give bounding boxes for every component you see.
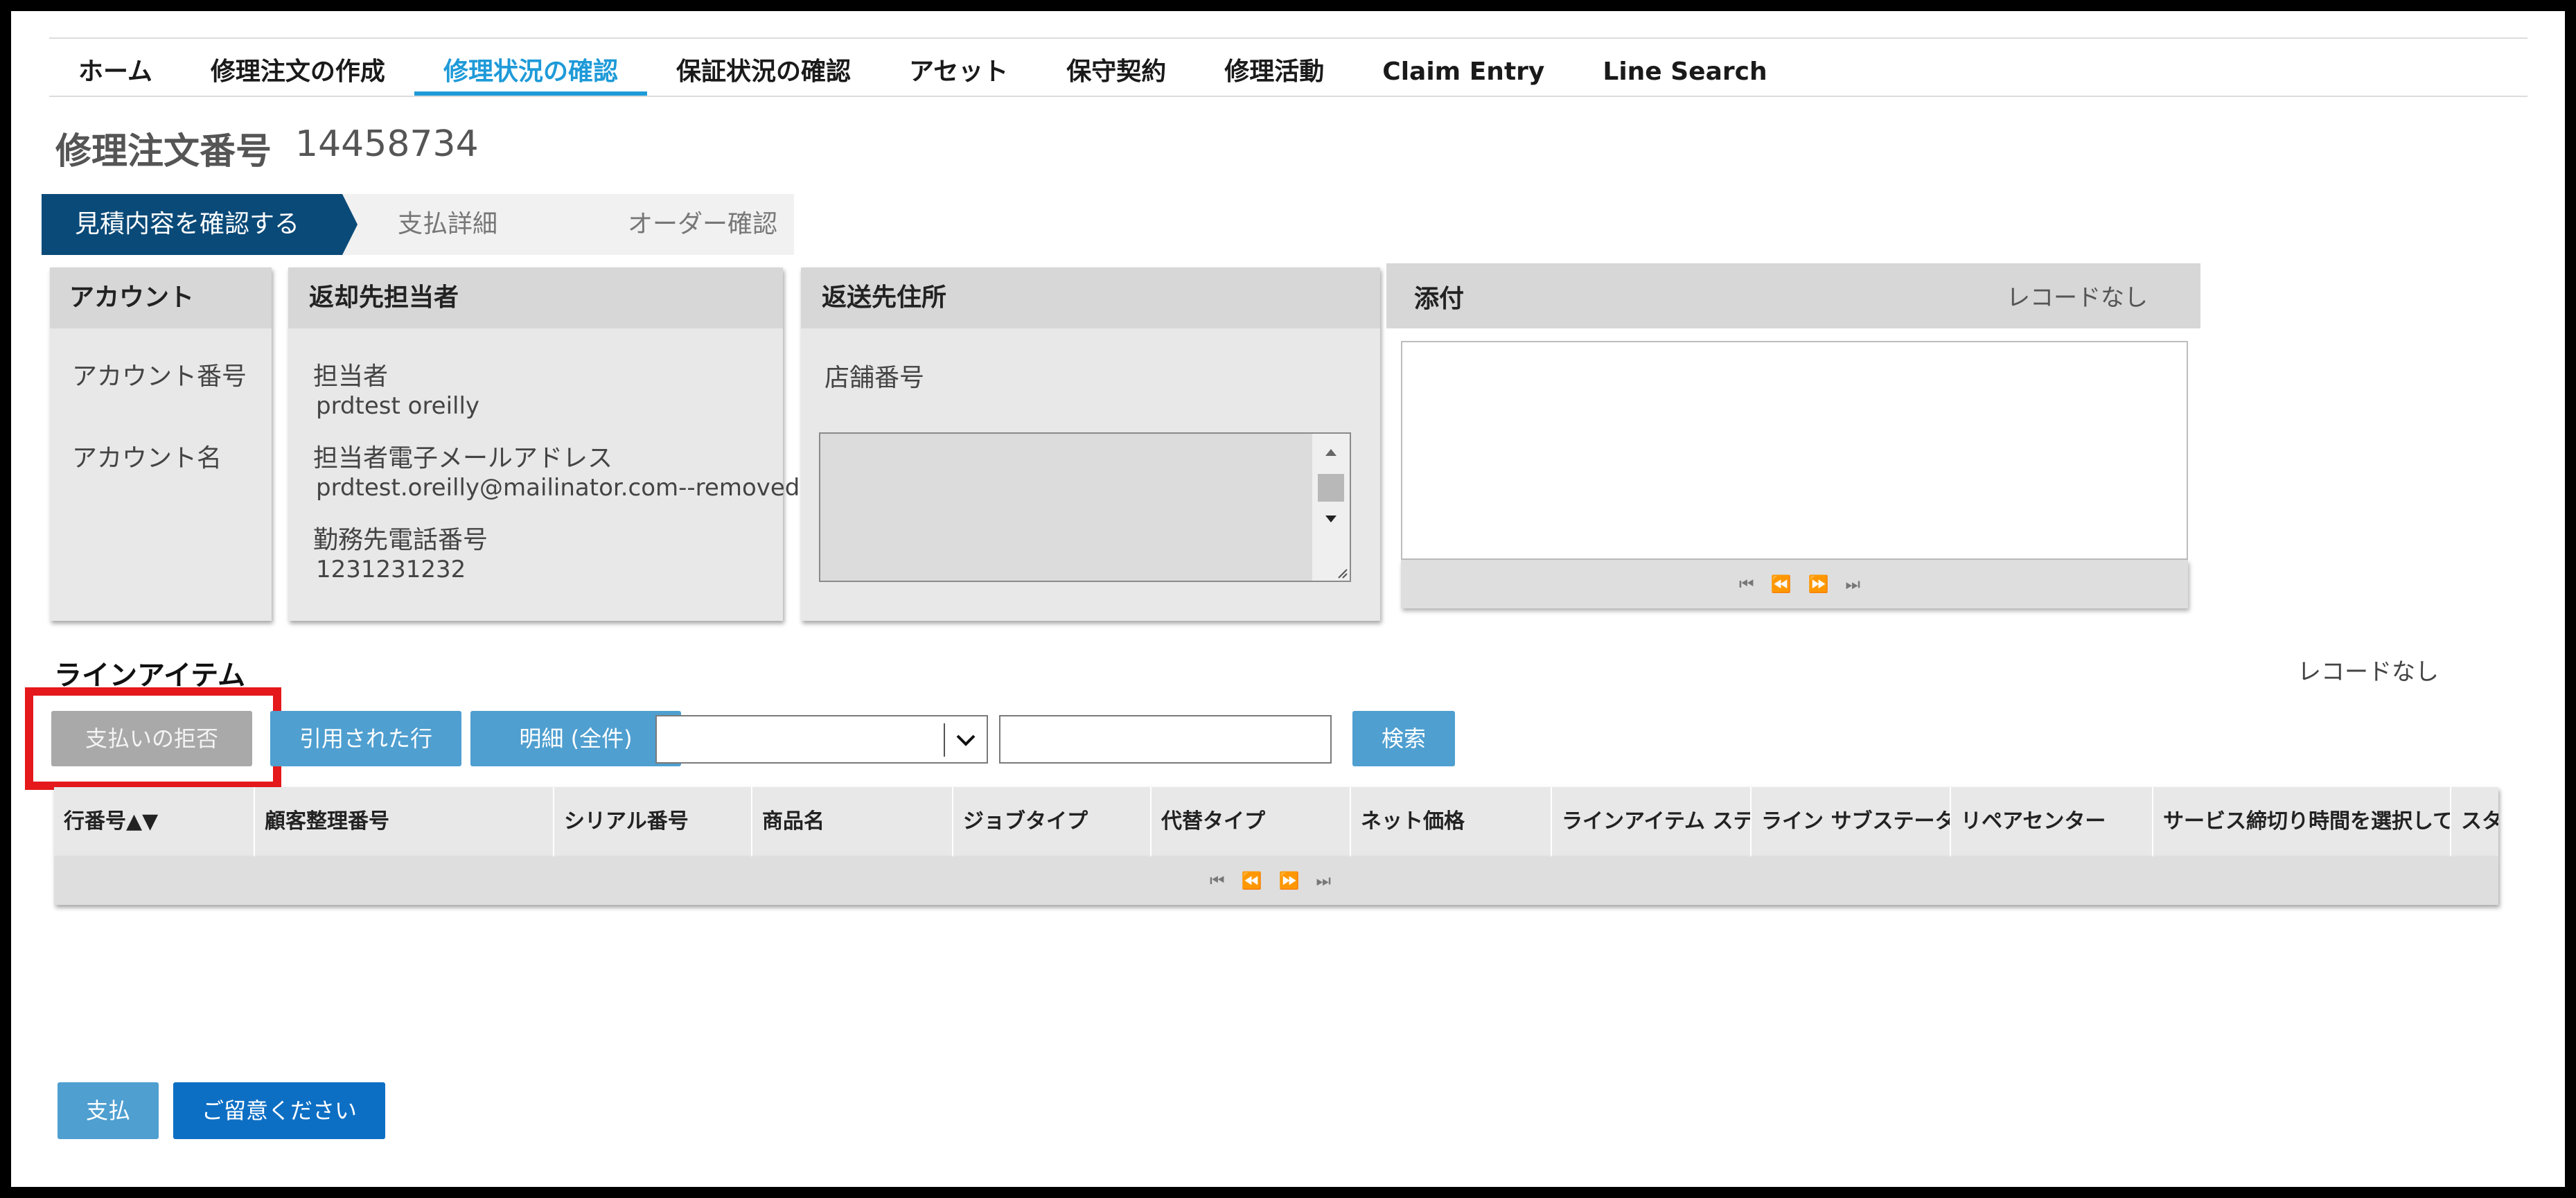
contact-person-value: prdtest oreilly [316,392,480,420]
column-header-job-type[interactable]: ジョブタイプ [953,787,1152,856]
last-page-icon[interactable]: ⏭ [1316,871,1331,890]
quoted-lines-button[interactable]: 引用された行 [270,711,461,766]
nav-item-repair-activities[interactable]: 修理活動 [1195,49,1353,96]
nav-item-line-search[interactable]: Line Search [1573,49,1796,96]
attachment-no-records: レコードなし [2006,284,2148,312]
nav-item-maintenance-contracts[interactable]: 保守契約 [1037,49,1195,96]
column-header-substitute-type[interactable]: 代替タイプ [1152,787,1351,856]
line-items-pager: ⏮ ⏪ ⏩ ⏭ [54,856,2498,905]
column-header-line-number[interactable]: 行番号▲▼ [54,787,255,856]
last-page-icon[interactable]: ⏭ [1845,574,1860,594]
address-textarea[interactable] [819,432,1351,582]
nav-item-assets[interactable]: アセット [880,49,1037,96]
line-items-no-records: レコードなし [2297,658,2439,686]
nav-top-divider [49,37,2528,39]
page: ホーム 修理注文の作成 修理状況の確認 保証状況の確認 アセット 保守契約 修理… [11,11,2565,1187]
account-number-label: アカウント番号 [72,362,247,391]
step-order-confirm[interactable]: オーダー確認 [565,194,794,255]
line-items-grid-header: 行番号▲▼ 顧客整理番号 シリアル番号 商品名 ジョブタイプ 代替タイプ ネット… [54,787,2498,856]
column-header-repair-center[interactable]: リペアセンター [1951,787,2153,856]
contact-person-label: 担当者 [313,362,389,391]
attachment-list [1401,341,2188,560]
nav-item-create-repair-order[interactable]: 修理注文の作成 [182,49,414,96]
column-header-status[interactable]: スタ [2451,787,2498,856]
nav-bottom-divider [49,96,2528,97]
nav-item-warranty-status[interactable]: 保証状況の確認 [647,49,880,96]
column-header-line-status[interactable]: ラインアイテム ステ [1552,787,1752,856]
return-address-title: 返送先住所 [801,267,1380,328]
column-header-service-deadline[interactable]: サービス締切り時間を選択して [2153,787,2451,856]
return-contact-panel: 返却先担当者 担当者 prdtest oreilly 担当者電子メールアドレス … [288,267,800,621]
column-header-product[interactable]: 商品名 [752,787,953,856]
highlight-box [25,687,281,790]
store-number-label: 店舗番号 [824,364,925,392]
step-review-quote[interactable]: 見積内容を確認する [42,194,367,255]
pay-button[interactable]: 支払 [58,1082,159,1139]
nav-item-repair-status[interactable]: 修理状況の確認 [414,49,647,96]
contact-phone-label: 勤務先電話番号 [313,526,488,554]
address-scrollbar[interactable] [1312,434,1350,581]
column-header-serial[interactable]: シリアル番号 [554,787,752,856]
nav-item-home[interactable]: ホーム [49,49,182,96]
main-nav: ホーム 修理注文の作成 修理状況の確認 保証状況の確認 アセット 保守契約 修理… [49,49,1797,97]
search-button[interactable]: 検索 [1352,711,1455,766]
chevron-down-icon [956,734,976,746]
column-header-customer-ref[interactable]: 顧客整理番号 [255,787,554,856]
column-header-net-price[interactable]: ネット価格 [1351,787,1552,856]
next-page-icon[interactable]: ⏩ [1808,574,1829,594]
attachment-header: 添付 レコードなし [1386,263,2200,328]
contact-phone-value: 1231231232 [316,556,466,583]
contact-email-label: 担当者電子メールアドレス [313,444,613,473]
select-divider [944,723,945,757]
column-header-line-substatus[interactable]: ライン サブステータ [1752,787,1951,856]
account-panel: アカウント アカウント番号 アカウント名 [50,267,272,621]
step-payment-details[interactable]: 支払詳細 [342,194,592,255]
first-page-icon[interactable]: ⏮ [1739,574,1754,594]
prev-page-icon[interactable]: ⏪ [1771,574,1792,594]
attachment-title: 添付 [1414,285,1465,313]
filter-input[interactable] [999,715,1332,764]
return-contact-title: 返却先担当者 [288,267,783,328]
order-number: 14458734 [295,123,479,165]
prev-page-icon[interactable]: ⏪ [1242,871,1262,890]
next-page-icon[interactable]: ⏩ [1279,871,1300,890]
details-all-button[interactable]: 明細 (全件) [470,711,681,766]
contact-email-value: prdtest.oreilly@mailinator.com--removed [316,474,800,502]
nav-item-claim-entry[interactable]: Claim Entry [1353,49,1573,96]
please-note-button[interactable]: ご留意ください [173,1082,385,1139]
page-title: 修理注文番号 [55,131,272,173]
filter-select[interactable] [655,715,988,764]
account-name-label: アカウント名 [72,444,222,473]
attachment-pager: ⏮ ⏪ ⏩ ⏭ [1401,560,2188,608]
first-page-icon[interactable]: ⏮ [1210,871,1225,890]
scrollbar-arrows-icon [1318,449,1348,579]
account-panel-title: アカウント [50,267,272,328]
